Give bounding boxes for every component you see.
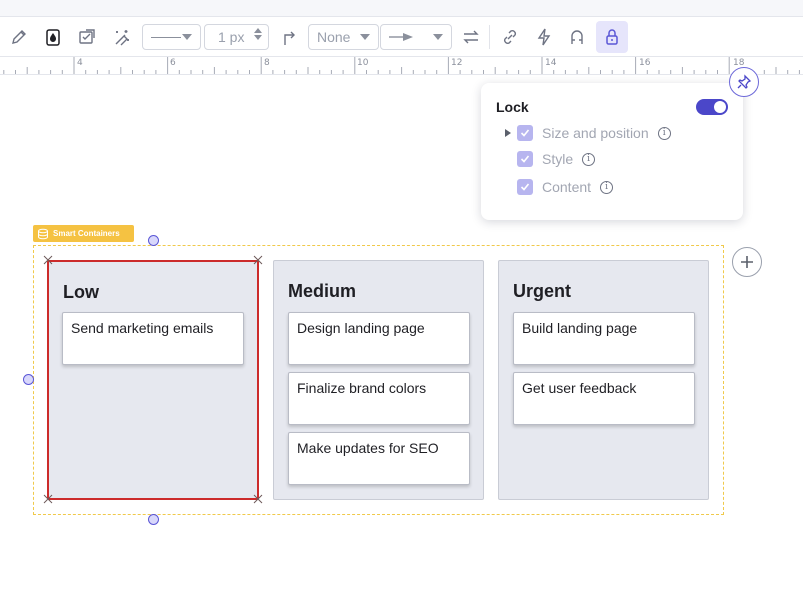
smart-container-label[interactable]: Smart Containers xyxy=(33,225,134,242)
card-text: Finalize brand colors xyxy=(297,380,427,396)
option-label: Size and position xyxy=(542,125,649,141)
resize-handle-bottom[interactable] xyxy=(148,514,159,525)
add-column-button[interactable] xyxy=(732,247,762,277)
line-style-select[interactable] xyxy=(142,24,201,50)
plus-icon xyxy=(741,256,753,268)
ruler-label: 8 xyxy=(264,58,270,68)
magnet-icon[interactable] xyxy=(563,23,591,51)
ruler-label: 10 xyxy=(357,58,369,68)
selection-corner-icon[interactable] xyxy=(43,255,53,265)
ruler-label: 14 xyxy=(545,58,557,68)
content-checkbox[interactable] xyxy=(517,179,533,195)
ruler-ticks xyxy=(3,57,800,74)
card[interactable]: Design landing page xyxy=(288,312,470,365)
lock-popover: Lock Size and position i Style i Content… xyxy=(481,83,743,220)
top-strip xyxy=(0,0,803,17)
column-low[interactable]: Low Send marketing emails xyxy=(47,260,259,500)
card-text: Get user feedback xyxy=(522,380,637,396)
lock-title: Lock xyxy=(496,99,529,115)
card-text: Send marketing emails xyxy=(71,320,214,336)
line-style-preview xyxy=(151,36,181,38)
resize-handle-left[interactable] xyxy=(23,374,34,385)
ruler-label: 16 xyxy=(639,58,651,68)
line-width-stepper[interactable]: 1 px xyxy=(204,24,269,50)
lock-option-content[interactable]: Content i xyxy=(517,179,614,195)
column-medium[interactable]: Medium Design landing page Finalize bran… xyxy=(273,260,484,500)
column-urgent[interactable]: Urgent Build landing page Get user feedb… xyxy=(498,260,709,500)
lightning-icon[interactable] xyxy=(530,23,558,51)
column-title: Urgent xyxy=(513,281,571,301)
column-title: Medium xyxy=(288,281,357,301)
info-icon[interactable]: i xyxy=(600,180,614,194)
info-icon[interactable]: i xyxy=(657,126,671,140)
ruler-label: 4 xyxy=(77,58,83,68)
pencil-icon[interactable] xyxy=(5,23,33,51)
option-label: Content xyxy=(542,179,592,195)
style-checklist-icon[interactable] xyxy=(73,23,101,51)
selection-corner-icon[interactable] xyxy=(43,494,53,504)
arrow-end-preview xyxy=(389,33,413,41)
card[interactable]: Build landing page xyxy=(513,312,695,365)
card[interactable]: Send marketing emails xyxy=(62,312,244,365)
lock-toggle[interactable] xyxy=(696,99,728,115)
elbow-connector-icon[interactable] xyxy=(275,23,303,51)
size-position-checkbox[interactable] xyxy=(517,125,533,141)
arrow-end-select[interactable] xyxy=(380,24,452,50)
info-icon[interactable]: i xyxy=(582,152,596,166)
pin-icon xyxy=(737,74,752,89)
link-icon[interactable] xyxy=(496,23,524,51)
card[interactable]: Make updates for SEO xyxy=(288,432,470,485)
card-text: Make updates for SEO xyxy=(297,440,439,456)
lock-option-size-position[interactable]: Size and position i xyxy=(517,125,671,141)
resize-handle-top[interactable] xyxy=(148,235,159,246)
toolbar-divider xyxy=(489,25,490,49)
card-text: Build landing page xyxy=(522,320,638,336)
column-title: Low xyxy=(63,282,99,302)
style-checkbox[interactable] xyxy=(517,151,533,167)
selection-corner-icon[interactable] xyxy=(253,494,263,504)
lock-icon[interactable] xyxy=(596,21,628,53)
line-width-value: 1 px xyxy=(218,29,245,45)
expand-triangle-icon[interactable] xyxy=(505,129,511,137)
card[interactable]: Finalize brand colors xyxy=(288,372,470,425)
toolbar: 1 px None xyxy=(0,17,803,57)
arrow-start-select[interactable]: None xyxy=(308,24,379,50)
card-text: Design landing page xyxy=(297,320,425,336)
option-label: Style xyxy=(542,151,574,167)
ruler-label: 12 xyxy=(451,58,463,68)
horizontal-ruler: 4 6 8 10 12 14 16 18 xyxy=(0,57,803,75)
ruler-label: 6 xyxy=(170,58,176,68)
swap-arrows-icon[interactable] xyxy=(457,23,485,51)
selection-corner-icon[interactable] xyxy=(253,255,263,265)
arrow-start-value: None xyxy=(317,29,351,45)
container-icon xyxy=(38,228,48,239)
magic-wand-icon[interactable] xyxy=(108,23,136,51)
lock-option-style[interactable]: Style i xyxy=(517,151,596,167)
card[interactable]: Get user feedback xyxy=(513,372,695,425)
smart-container-label-text: Smart Containers xyxy=(53,229,120,238)
fill-drop-icon[interactable] xyxy=(39,23,67,51)
pin-button[interactable] xyxy=(729,67,759,97)
